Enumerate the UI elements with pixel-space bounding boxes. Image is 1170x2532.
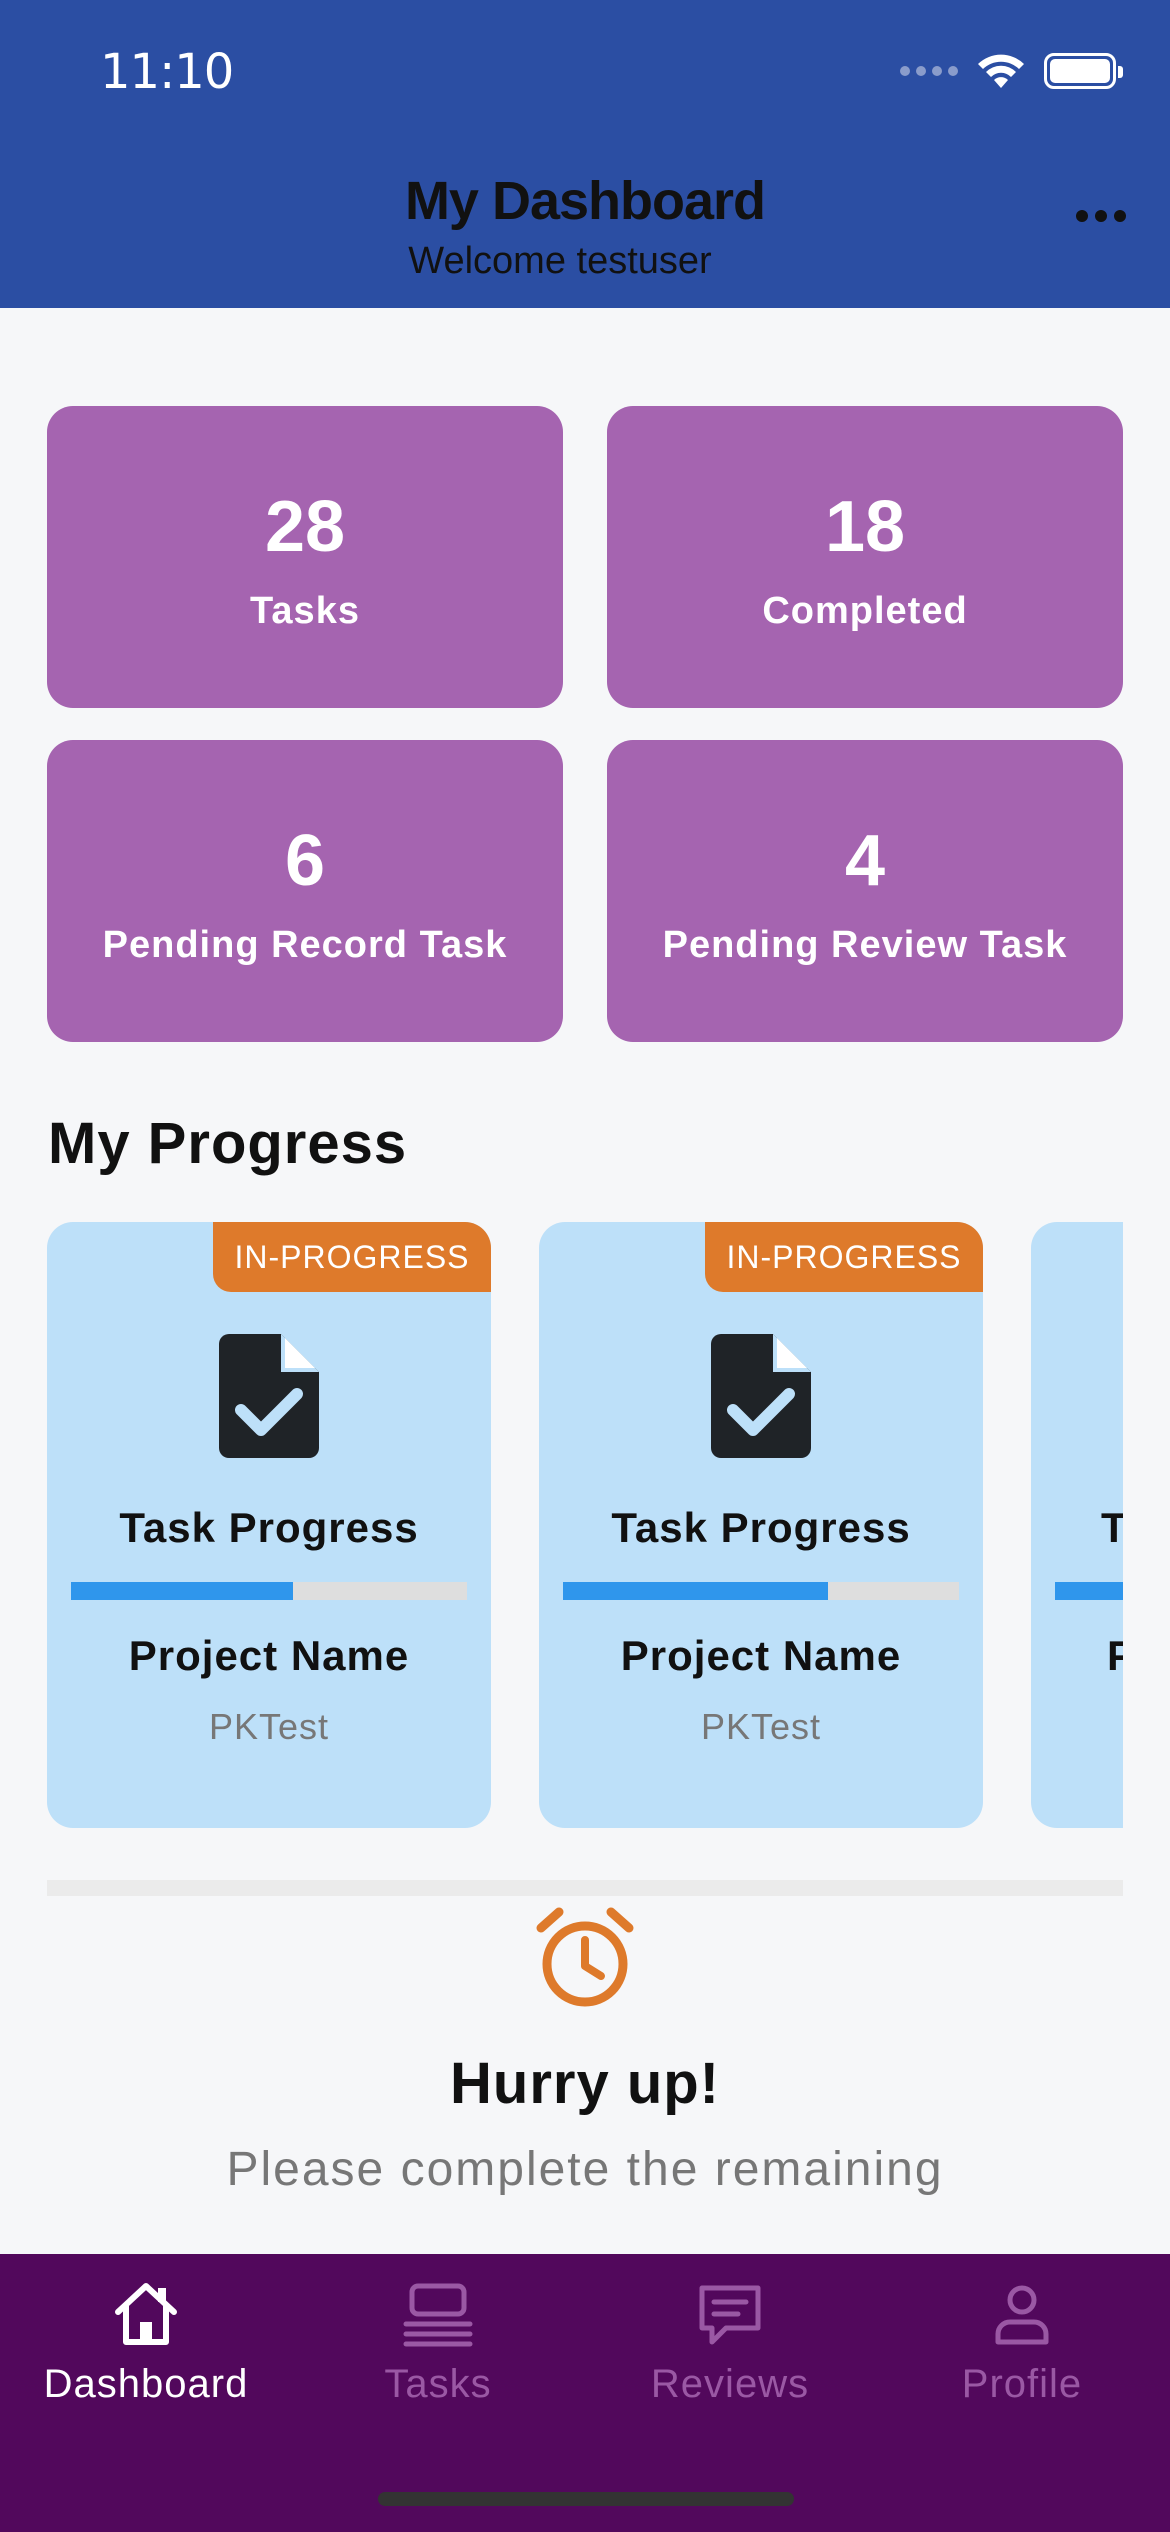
stat-value: 4 bbox=[844, 821, 886, 901]
page-title: My Dashboard bbox=[404, 171, 766, 231]
progress-card[interactable]: IN-PROGRESS Task Progress Project Name P… bbox=[47, 1222, 491, 1828]
person-icon bbox=[995, 2285, 1049, 2345]
status-time: 11:10 bbox=[100, 44, 234, 100]
bottom-nav: Dashboard Tasks Reviews Profile bbox=[0, 2254, 1170, 2532]
nav-label: Profile bbox=[961, 2362, 1083, 2406]
card-title: Task Progress bbox=[119, 1504, 419, 1551]
welcome-text: Welcome testuser bbox=[408, 240, 712, 282]
home-indicator bbox=[378, 2492, 794, 2506]
stat-card-pending-record[interactable]: 6 Pending Record Task bbox=[47, 740, 563, 1042]
stat-label: Pending Review Task bbox=[662, 924, 1068, 966]
status-badge: IN-PROGRESS bbox=[213, 1222, 491, 1292]
app-header: 11:10 My Dashboard Welcome testuser bbox=[0, 0, 1170, 308]
file-check-icon bbox=[219, 1334, 319, 1458]
progress-card[interactable]: Task Progress Project Name bbox=[1031, 1222, 1123, 1828]
stat-card-completed[interactable]: 18 Completed bbox=[607, 406, 1123, 708]
task-progress-bar bbox=[563, 1582, 959, 1600]
nav-item-dashboard[interactable]: Dashboard bbox=[0, 2278, 292, 2407]
stat-label: Pending Record Task bbox=[102, 924, 508, 966]
home-icon bbox=[115, 2283, 177, 2345]
nav-item-reviews[interactable]: Reviews bbox=[584, 2278, 876, 2407]
stat-value: 6 bbox=[284, 821, 326, 901]
stat-card-tasks[interactable]: 28 Tasks bbox=[47, 406, 563, 708]
status-icons bbox=[900, 52, 1123, 90]
stat-card-pending-review[interactable]: 4 Pending Review Task bbox=[607, 740, 1123, 1042]
nav-label: Reviews bbox=[650, 2362, 810, 2406]
project-label: Project Name bbox=[1107, 1632, 1123, 1679]
stat-label: Completed bbox=[762, 590, 968, 632]
nav-item-tasks[interactable]: Tasks bbox=[292, 2278, 584, 2407]
task-progress-bar bbox=[71, 1582, 467, 1600]
card-title: Task Progress bbox=[1101, 1504, 1123, 1551]
tasks-icon bbox=[403, 2283, 473, 2347]
battery-icon bbox=[1044, 53, 1123, 89]
section-title-my-progress: My Progress bbox=[48, 1111, 408, 1176]
section-divider bbox=[47, 1880, 1123, 1896]
card-title: Task Progress bbox=[611, 1504, 911, 1551]
more-horizontal-icon bbox=[1076, 210, 1088, 222]
stat-label: Tasks bbox=[250, 590, 360, 632]
nav-label: Tasks bbox=[384, 2362, 492, 2406]
alarm-clock-icon bbox=[536, 1907, 634, 2007]
progress-carousel[interactable]: IN-PROGRESS Task Progress Project Name P… bbox=[47, 1222, 1123, 1828]
file-check-icon bbox=[711, 1334, 811, 1458]
project-label: Project Name bbox=[128, 1632, 410, 1679]
nav-label: Dashboard bbox=[43, 2362, 249, 2406]
reminder-title: Hurry up! bbox=[450, 2051, 720, 2116]
wifi-icon bbox=[978, 54, 1024, 88]
project-label: Project Name bbox=[620, 1632, 902, 1679]
task-progress-bar bbox=[1055, 1582, 1123, 1600]
signal-icon bbox=[900, 66, 958, 76]
more-options-button[interactable] bbox=[1076, 210, 1126, 222]
progress-card[interactable]: IN-PROGRESS Task Progress Project Name P… bbox=[539, 1222, 983, 1828]
nav-item-profile[interactable]: Profile bbox=[876, 2278, 1168, 2407]
stat-value: 28 bbox=[264, 487, 346, 567]
status-badge: IN-PROGRESS bbox=[705, 1222, 983, 1292]
reminder-text: Please complete the remaining bbox=[226, 2143, 944, 2196]
stat-value: 18 bbox=[824, 487, 906, 567]
project-value: PKTest bbox=[700, 1706, 822, 1747]
chat-icon bbox=[699, 2285, 761, 2345]
project-value: PKTest bbox=[208, 1706, 330, 1747]
